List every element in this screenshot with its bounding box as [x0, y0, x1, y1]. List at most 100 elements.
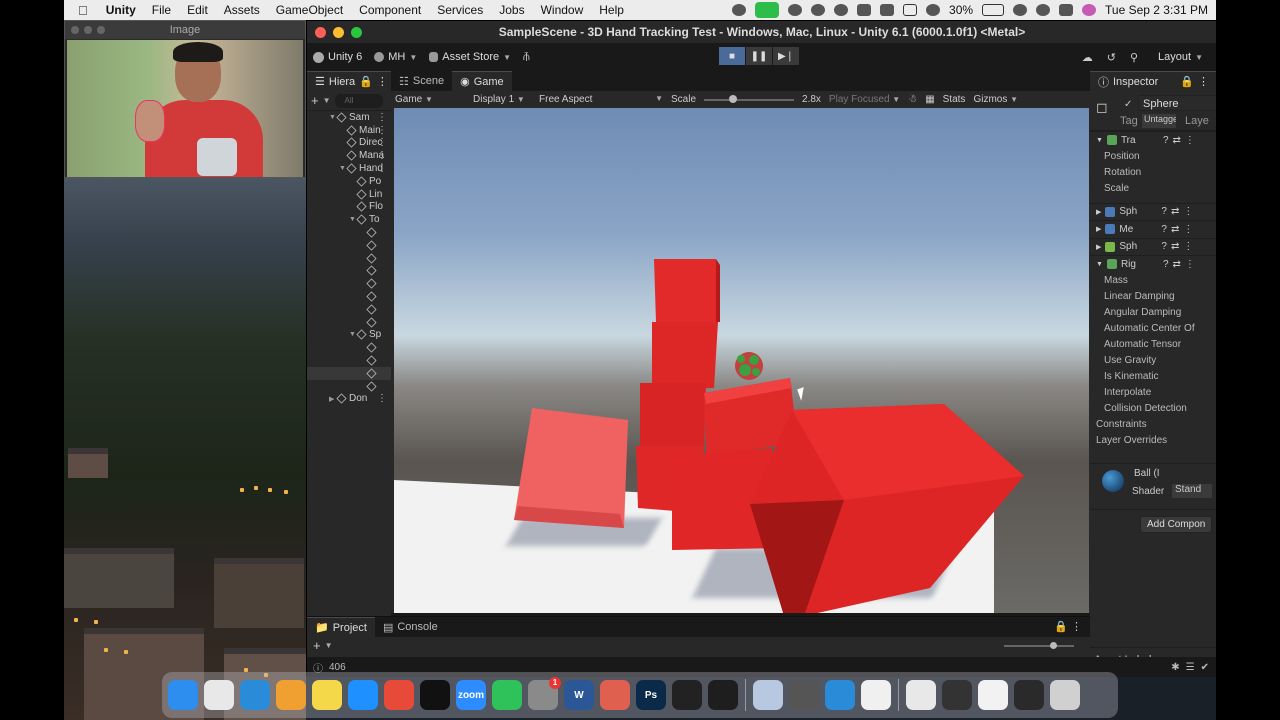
active-checkbox[interactable]: ✓: [1124, 99, 1132, 110]
more-menu-icon[interactable]: ⋮: [377, 150, 387, 161]
rigidbody-field-label[interactable]: Mass: [1090, 273, 1216, 289]
facetime-camera-icon[interactable]: [755, 2, 780, 18]
wifi-icon[interactable]: [1013, 4, 1028, 16]
menu-app-name[interactable]: Unity: [98, 3, 144, 17]
hierarchy-row[interactable]: Mana ⋮: [307, 149, 391, 162]
help-icon[interactable]: ?: [1163, 259, 1169, 270]
hierarchy-row[interactable]: ▼ Sam ⋮: [307, 111, 391, 124]
safari-icon[interactable]: [348, 680, 378, 710]
edit-icon[interactable]: [880, 4, 895, 16]
component-header[interactable]: ▶ Me? ⇄ ⋮: [1090, 220, 1216, 238]
tag-dropdown[interactable]: Untagged: [1142, 114, 1176, 128]
expand-arrow-icon[interactable]: ▶: [1096, 225, 1101, 233]
rigidbody-field-label[interactable]: Interpolate: [1090, 385, 1216, 401]
clock[interactable]: Tue Sep 2 3:31 PM: [1105, 3, 1208, 17]
figma-icon[interactable]: [708, 680, 738, 710]
system-settings-icon[interactable]: 1: [528, 677, 561, 710]
expand-arrow-icon[interactable]: ▼: [349, 331, 357, 338]
icon-size-slider-handle[interactable]: [1050, 642, 1057, 649]
window-thumb-4[interactable]: [1014, 680, 1044, 710]
preset-icon[interactable]: ⇄: [1173, 259, 1181, 270]
pause-button[interactable]: ❚❚: [746, 47, 772, 65]
preset-icon[interactable]: ⇄: [1171, 206, 1179, 217]
menu-file[interactable]: File: [144, 3, 179, 17]
webcam-titlebar[interactable]: Image: [65, 21, 305, 39]
object-name-field[interactable]: Sphere: [1138, 95, 1216, 111]
chevron-down-icon[interactable]: ▼: [325, 641, 333, 650]
close-window-button[interactable]: [315, 27, 326, 38]
lock-icon[interactable]: 🔒: [1054, 620, 1068, 633]
word-icon[interactable]: W: [564, 680, 594, 710]
more-menu-icon[interactable]: ⋮: [377, 137, 387, 148]
rigidbody-field-label[interactable]: Is Kinematic: [1090, 369, 1216, 385]
transform-field-label[interactable]: Rotation: [1090, 165, 1216, 181]
layout-dropdown[interactable]: Layout ▼: [1152, 47, 1209, 67]
more-menu-icon[interactable]: ⋮: [1185, 135, 1195, 146]
shader-dropdown[interactable]: Stand: [1172, 483, 1212, 498]
rigidbody-field-label[interactable]: Layer Overrides: [1090, 433, 1216, 449]
help-icon[interactable]: ?: [1161, 206, 1167, 217]
more-menu-icon[interactable]: ⋮: [1183, 206, 1193, 217]
expand-arrow-icon[interactable]: ▶: [1096, 243, 1101, 251]
transform-field-label[interactable]: Position: [1090, 149, 1216, 165]
unity-hub-icon[interactable]: [672, 680, 702, 710]
hierarchy-row[interactable]: ▼ To: [307, 213, 391, 226]
more-menu-icon[interactable]: ⋮: [377, 393, 387, 404]
menu-jobs[interactable]: Jobs: [491, 3, 532, 17]
hierarchy-row[interactable]: ▶ Don ⋮: [307, 393, 391, 406]
document-icon[interactable]: [861, 680, 891, 710]
help-icon[interactable]: ?: [1163, 135, 1169, 146]
siri-icon[interactable]: [1082, 4, 1097, 16]
hierarchy-row[interactable]: [307, 354, 391, 367]
menu-assets[interactable]: Assets: [216, 3, 268, 17]
minimize-window-button[interactable]: [333, 27, 344, 38]
chevron-down-icon[interactable]: ▼: [323, 96, 331, 105]
trash-icon[interactable]: [1050, 680, 1080, 710]
layers-icon[interactable]: ☰: [1186, 662, 1195, 673]
hierarchy-row[interactable]: Po: [307, 175, 391, 188]
add-icon[interactable]: +: [313, 638, 321, 653]
more-menu-icon[interactable]: ⋮: [1183, 241, 1193, 252]
more-menu-icon[interactable]: ⋮: [377, 112, 387, 123]
whatsapp-icon[interactable]: [492, 680, 522, 710]
component-header[interactable]: ▶ Sph? ⇄ ⋮: [1090, 202, 1216, 221]
tab-console[interactable]: ▤ Console: [375, 617, 446, 637]
rigidbody-field-label[interactable]: Linear Damping: [1090, 289, 1216, 305]
lock-icon[interactable]: 🔒: [1180, 75, 1194, 88]
component-header[interactable]: ▶ Sph? ⇄ ⋮: [1090, 237, 1216, 256]
battery-icon[interactable]: [982, 4, 1005, 16]
more-menu-icon[interactable]: ⋮: [377, 163, 387, 174]
zoom-window-button[interactable]: [351, 27, 362, 38]
component-header[interactable]: ▼ Rig? ⇄ ⋮: [1090, 255, 1216, 273]
gizmos-dropdown[interactable]: Gizmos ▼: [973, 94, 1018, 105]
hierarchy-row[interactable]: ▼ Hand ⋮: [307, 162, 391, 175]
rigidbody-field-label[interactable]: Automatic Center Of: [1090, 321, 1216, 337]
account-dropdown[interactable]: MH ▼: [368, 47, 423, 67]
add-component-button[interactable]: Add Compon: [1140, 515, 1213, 533]
mute-audio-icon[interactable]: ☃: [908, 94, 917, 105]
stats-button[interactable]: Stats: [943, 94, 966, 105]
step-button[interactable]: ▶❘: [773, 47, 799, 65]
icon-size-slider[interactable]: [1004, 642, 1074, 649]
expand-arrow-icon[interactable]: ▼: [1096, 261, 1103, 268]
webcam-window[interactable]: Image: [64, 20, 306, 178]
hierarchy-row[interactable]: Flo: [307, 201, 391, 214]
spotlight-icon[interactable]: [1036, 4, 1051, 16]
scale-slider-handle[interactable]: [729, 94, 738, 103]
expand-arrow-icon[interactable]: ▶: [1096, 208, 1101, 216]
tab-hierarchy[interactable]: ☰ Hiera 🔒 ⋮: [307, 71, 391, 91]
hierarchy-row[interactable]: Main ⋮: [307, 124, 391, 137]
aspect-dropdown[interactable]: Free Aspect ▼: [539, 94, 663, 105]
hierarchy-row[interactable]: [307, 239, 391, 252]
rigidbody-field-label[interactable]: Constraints: [1090, 417, 1216, 433]
window-titlebar[interactable]: SampleScene - 3D Hand Tracking Test - Wi…: [307, 21, 1216, 43]
hierarchy-row[interactable]: [307, 341, 391, 354]
visual-studio-icon[interactable]: [825, 680, 855, 710]
scale-slider[interactable]: [704, 94, 795, 103]
menu-edit[interactable]: Edit: [179, 3, 216, 17]
help-icon[interactable]: ?: [1161, 241, 1167, 252]
rigidbody-field-label[interactable]: Automatic Tensor: [1090, 337, 1216, 353]
hierarchy-search-input[interactable]: All: [334, 93, 383, 108]
zoom-icon[interactable]: zoom: [456, 680, 486, 710]
check-circle-icon[interactable]: ✔: [1201, 662, 1209, 673]
